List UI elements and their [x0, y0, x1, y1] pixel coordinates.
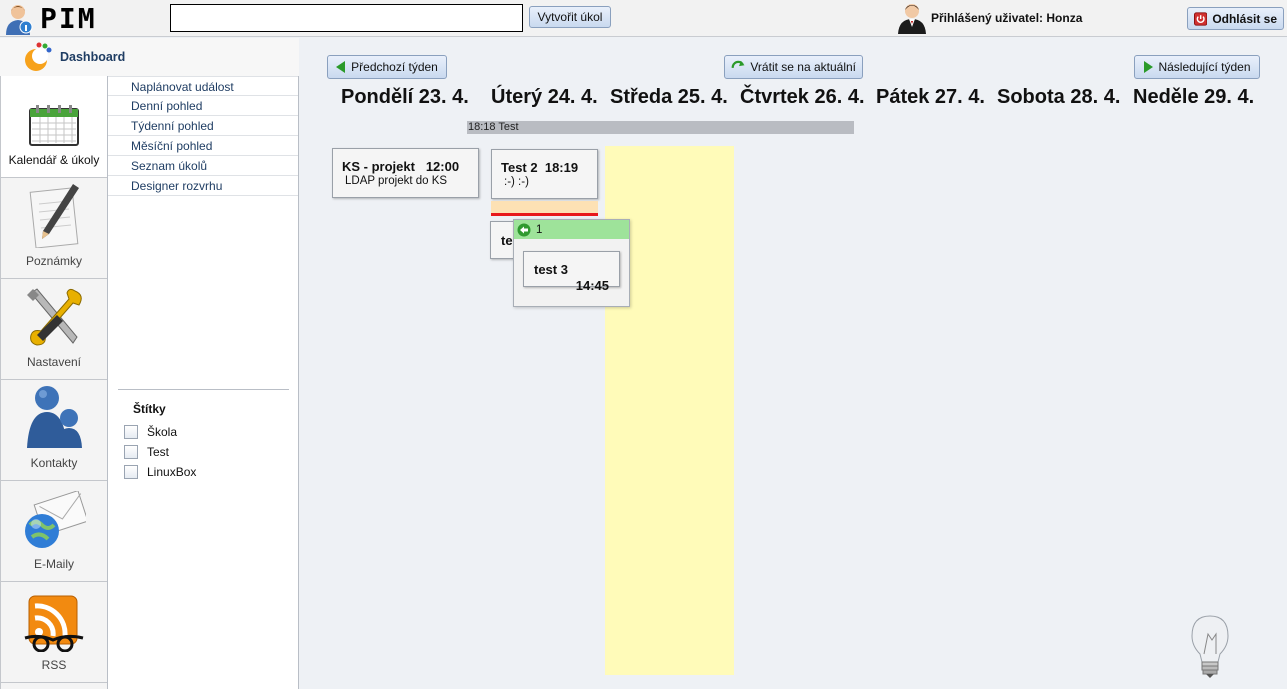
- event-time: 18:19: [544, 160, 579, 175]
- rss-icon: [24, 595, 84, 652]
- event-title-line: KS - projekt 12:00: [342, 159, 478, 174]
- submenu-month-view[interactable]: Měsíční pohled: [108, 136, 298, 156]
- app-email[interactable]: E-Maily: [1, 481, 107, 582]
- event-card[interactable]: Test 2 18:19 :-) :-): [491, 149, 598, 199]
- event-title: KS - projekt: [342, 159, 415, 174]
- submenu-task-list[interactable]: Seznam úkolů: [108, 156, 298, 176]
- user-avatar-icon: [898, 4, 926, 34]
- dashboard-label: Dashboard: [60, 50, 126, 64]
- search-input[interactable]: [170, 4, 523, 32]
- day-header-friday[interactable]: Pátek 27. 4.: [876, 86, 985, 109]
- tag-item: Test: [118, 442, 289, 462]
- day-header-thursday[interactable]: Čtvrtek 26. 4.: [740, 86, 865, 109]
- app-email-label: E-Maily: [33, 557, 74, 571]
- calendar-submenu: Naplánovat událost Denní pohled Týdenní …: [108, 76, 299, 689]
- next-week-label: Následující týden: [1158, 60, 1251, 74]
- tag-checkbox[interactable]: [124, 465, 138, 479]
- day-header-monday[interactable]: Pondělí 23. 4.: [341, 86, 469, 109]
- app-settings-label: Nastavení: [26, 355, 82, 369]
- event-time: 12:00: [425, 159, 460, 174]
- app-contacts[interactable]: Kontakty: [1, 380, 107, 481]
- event-description: LDAP projekt do KS: [345, 175, 448, 187]
- day-header-saturday[interactable]: Sobota 28. 4.: [997, 86, 1120, 109]
- app-calendar-label: Kalendář & úkoly: [8, 153, 100, 167]
- event-card[interactable]: KS - projekt 12:00 LDAP projekt do KS: [332, 148, 479, 198]
- previous-week-label: Předchozí týden: [351, 60, 438, 74]
- next-week-button[interactable]: Následující týden: [1134, 55, 1260, 79]
- app-contacts-label: Kontakty: [30, 456, 78, 470]
- week-calendar: Předchozí týden Vrátit se na aktuální Ná…: [300, 38, 1287, 689]
- tools-icon: [27, 288, 82, 346]
- event-title-line: Test 2 18:19: [501, 160, 597, 175]
- app-bar: Kalendář & úkoly Poznámky Nastavení Kont…: [0, 76, 108, 689]
- event-time: 14:45: [575, 278, 609, 293]
- contacts-icon: [27, 386, 82, 448]
- user-info: Přihlášený uživatel: Honza: [897, 2, 1082, 34]
- app-logo[interactable]: PIM: [4, 3, 134, 35]
- logo-text: PIM: [40, 2, 97, 35]
- dashboard-link[interactable]: Dashboard: [0, 38, 299, 76]
- tags-panel: Štítky Škola Test LinuxBox: [118, 389, 289, 482]
- tag-item: LinuxBox: [118, 462, 289, 482]
- submenu-schedule-event[interactable]: Naplánovat událost: [108, 76, 298, 96]
- app-rss-label: RSS: [41, 658, 67, 672]
- app-settings[interactable]: Nastavení: [1, 279, 107, 380]
- logout-button[interactable]: Odhlásit se: [1187, 7, 1284, 30]
- day-header-wednesday[interactable]: Středa 25. 4.: [610, 86, 728, 109]
- event-description: :-) :-): [504, 176, 529, 188]
- calendar-icon: [29, 105, 79, 146]
- day-header-sunday[interactable]: Neděle 29. 4.: [1133, 86, 1254, 109]
- event-card[interactable]: test 3 14:45: [523, 251, 620, 293]
- event-title: Test 2: [501, 160, 538, 175]
- logout-label: Odhlásit se: [1212, 11, 1277, 26]
- power-icon: [1194, 11, 1208, 26]
- lightbulb-icon[interactable]: [1188, 614, 1232, 678]
- submenu-week-view[interactable]: Týdenní pohled: [108, 116, 298, 136]
- submenu-day-view[interactable]: Denní pohled: [108, 96, 298, 116]
- event-title: test 3: [534, 262, 568, 277]
- tag-checkbox[interactable]: [124, 425, 138, 439]
- tag-label: LinuxBox: [147, 465, 197, 479]
- tag-label: Test: [147, 445, 170, 459]
- logged-user-label: Přihlášený uživatel: Honza: [931, 11, 1083, 25]
- app-calendar[interactable]: Kalendář & úkoly: [1, 76, 107, 178]
- overflow-popup-header[interactable]: 1: [514, 220, 629, 239]
- overflow-popup: 1 test 3 14:45: [513, 219, 630, 307]
- notes-icon: [29, 184, 79, 248]
- previous-week-button[interactable]: Předchozí týden: [327, 55, 447, 79]
- arrow-left-icon: [336, 61, 346, 73]
- app-notes[interactable]: Poznámky: [1, 178, 107, 279]
- current-week-label: Vrátit se na aktuální: [750, 60, 856, 74]
- tag-checkbox[interactable]: [124, 445, 138, 459]
- create-task-button[interactable]: Vytvořit úkol: [529, 6, 611, 28]
- current-week-button[interactable]: Vrátit se na aktuální: [724, 55, 863, 79]
- tags-title: Štítky: [133, 402, 166, 416]
- app-rss[interactable]: RSS: [1, 582, 107, 683]
- tag-item: Škola: [118, 422, 289, 442]
- allday-event[interactable]: 18:18 Test: [467, 121, 854, 134]
- tag-label: Škola: [147, 425, 178, 439]
- email-icon: [25, 491, 86, 548]
- refresh-icon: [731, 60, 745, 69]
- user-logo-icon: [6, 5, 33, 35]
- submenu-schedule-designer[interactable]: Designer rozvrhu: [108, 176, 298, 196]
- overflow-count: 1: [536, 223, 543, 236]
- dashboard-icon: [25, 42, 52, 71]
- day-header-tuesday[interactable]: Úterý 24. 4.: [491, 86, 598, 109]
- app-notes-label: Poznámky: [25, 254, 83, 268]
- back-arrow-icon[interactable]: [517, 223, 531, 237]
- current-time-line: [491, 213, 598, 216]
- create-task-label: Vytvořit úkol: [537, 10, 603, 24]
- arrow-right-icon: [1144, 61, 1154, 73]
- top-bar: PIM Vytvořit úkol Přihlášený uživatel: H…: [0, 0, 1287, 37]
